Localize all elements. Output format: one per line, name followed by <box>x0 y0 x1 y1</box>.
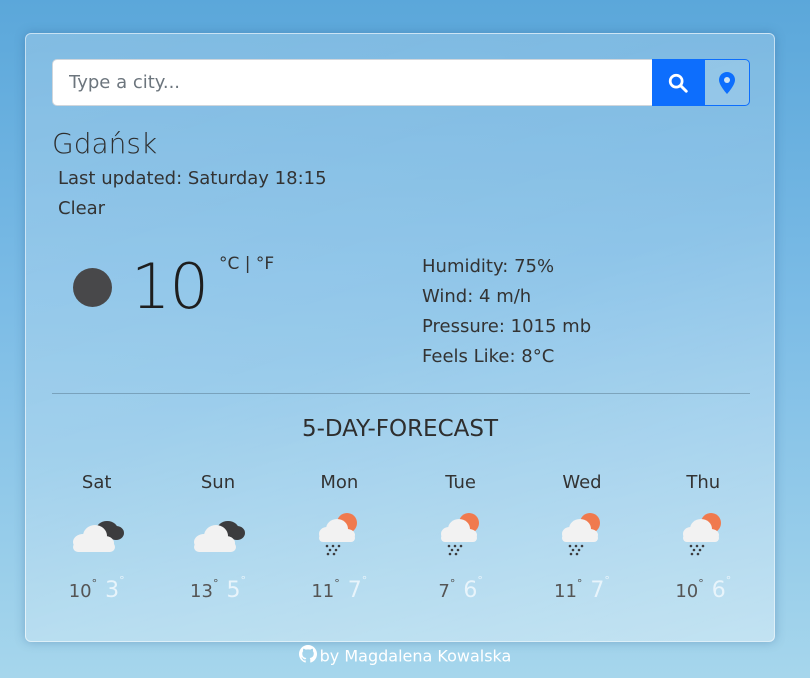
sun-rain-icon <box>550 508 614 558</box>
weather-description: Clear <box>58 198 106 219</box>
footer: by Magdalena Kowalska <box>0 645 810 668</box>
wind: Wind: 4 m/h <box>422 286 532 307</box>
sun-rain-icon <box>429 508 493 558</box>
max-temp: 11° <box>554 577 583 602</box>
day-temps: 11° 7° <box>311 574 368 603</box>
day-temps: 10° 6° <box>675 574 732 603</box>
forecast-day: Sun 13° 5° <box>157 472 278 603</box>
github-icon[interactable] <box>298 645 317 667</box>
forecast-day: Wed 11° 7° <box>521 472 642 603</box>
day-name: Wed <box>562 472 602 493</box>
day-temps: 7° 6° <box>438 574 483 603</box>
unit-separator: | <box>239 254 256 274</box>
max-temp: 10° <box>675 577 704 602</box>
day-temps: 13° 5° <box>190 574 246 603</box>
max-temp: 10° <box>68 577 98 602</box>
last-updated: Last updated: Saturday 18:15 <box>58 168 327 189</box>
day-temps: 10° 3° <box>68 574 125 603</box>
forecast-days: Sat 10° 3° Sun 13° 5° Mon 11° 7° Tue 7° … <box>36 472 764 603</box>
day-name: Sat <box>81 472 112 493</box>
day-name: Thu <box>686 472 721 493</box>
search-bar <box>52 59 750 106</box>
max-temp: 11° <box>311 577 340 602</box>
forecast-day: Thu 10° 6° <box>643 472 764 603</box>
day-name: Sun <box>200 472 236 493</box>
min-temp: 7° <box>590 574 610 603</box>
min-temp: 6° <box>711 574 732 603</box>
moon-icon <box>73 268 112 307</box>
sun-rain-icon <box>307 508 371 558</box>
min-temp: 3° <box>105 574 125 603</box>
forecast-title: 5-DAY-FORECAST <box>301 416 499 442</box>
location-pin-icon <box>719 71 735 94</box>
current-location-button[interactable] <box>704 59 750 106</box>
celsius-link[interactable]: °C <box>219 254 239 274</box>
current-temperature: 10 <box>131 250 209 323</box>
weather-card: Gdańsk Last updated: Saturday 18:15 Clea… <box>25 33 775 642</box>
max-temp: 7° <box>438 577 456 602</box>
sun-rain-icon <box>671 508 735 558</box>
city-search-input[interactable] <box>52 59 652 106</box>
city-name: Gdańsk <box>52 127 158 160</box>
max-temp: 13° <box>190 577 219 602</box>
pressure: Pressure: 1015 mb <box>422 316 592 337</box>
unit-switcher: °C | °F <box>219 254 274 274</box>
weather-details: Humidity: 75% Wind: 4 m/h Pressure: 1015… <box>422 252 591 372</box>
divider <box>52 393 750 394</box>
footer-link[interactable]: by Magdalena Kowalska <box>320 647 512 666</box>
feels-like: Feels Like: 8°C <box>422 346 555 367</box>
cloudy-icon <box>65 508 129 558</box>
humidity: Humidity: 75% <box>422 256 555 277</box>
forecast-day: Sat 10° 3° <box>36 472 157 603</box>
forecast-day: Mon 11° 7° <box>279 472 400 603</box>
day-temps: 11° 7° <box>554 574 610 603</box>
day-name: Mon <box>320 472 359 493</box>
day-name: Tue <box>445 472 477 493</box>
min-temp: 6° <box>463 574 483 603</box>
cloudy-icon <box>186 508 250 558</box>
fahrenheit-link[interactable]: °F <box>256 254 274 274</box>
forecast-day: Tue 7° 6° <box>400 472 521 603</box>
min-temp: 7° <box>347 574 368 603</box>
search-button[interactable] <box>652 59 704 106</box>
search-icon <box>668 73 688 93</box>
min-temp: 5° <box>226 574 246 603</box>
